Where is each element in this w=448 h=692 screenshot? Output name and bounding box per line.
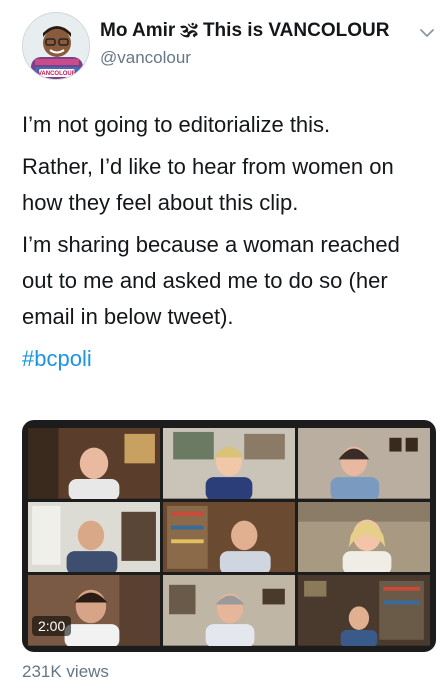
hashtag-link[interactable]: #bcpoli bbox=[22, 346, 92, 371]
video-tile bbox=[163, 501, 295, 573]
tweet-paragraph: I’m not going to editorialize this. bbox=[22, 112, 331, 137]
user-handle[interactable]: @vancolour bbox=[100, 48, 191, 68]
tweet-body: I’m not going to editorialize this. Rath… bbox=[22, 107, 432, 383]
video-tile bbox=[163, 575, 295, 646]
video-player[interactable]: 2:00 bbox=[22, 420, 436, 652]
avatar[interactable]: VANCOLOUR bbox=[22, 12, 90, 80]
view-count: 231K views bbox=[22, 662, 109, 681]
video-call-grid bbox=[28, 428, 430, 646]
avatar-badge-text: VANCOLOUR bbox=[38, 71, 77, 77]
display-name[interactable]: Mo Amir 🕉 This is VANCOLOUR bbox=[100, 20, 389, 42]
video-tile bbox=[298, 428, 430, 499]
video-tile bbox=[163, 428, 295, 499]
video-tile bbox=[28, 501, 160, 573]
tweet-paragraph: Rather, I’d like to hear from women on h… bbox=[22, 154, 394, 215]
video-tile bbox=[298, 575, 430, 646]
video-tile bbox=[28, 428, 160, 499]
tweet-header: VANCOLOUR Mo Amir 🕉 This is VANCOLOUR @v… bbox=[0, 0, 448, 100]
chevron-down-icon[interactable] bbox=[418, 24, 436, 42]
tweet-paragraph: I’m sharing because a woman reached out … bbox=[22, 232, 400, 329]
avatar-image: VANCOLOUR bbox=[23, 13, 89, 79]
video-tile-active-speaker bbox=[298, 501, 430, 573]
video-timer: 2:00 bbox=[32, 616, 72, 636]
